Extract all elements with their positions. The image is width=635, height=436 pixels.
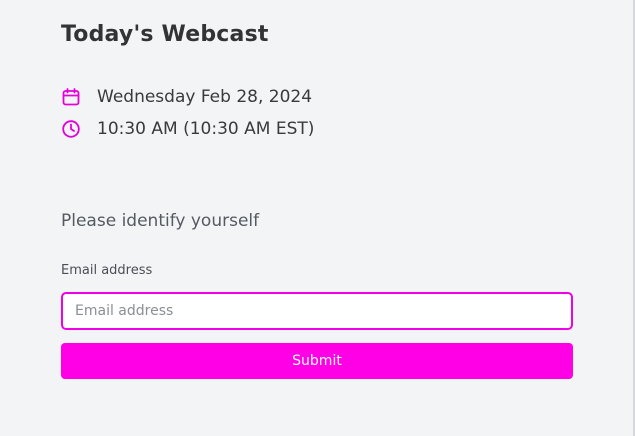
event-date-row: Wednesday Feb 28, 2024 [61,87,312,107]
calendar-icon [62,88,80,106]
email-label: Email address [61,263,153,278]
clock-icon [62,120,80,138]
email-input[interactable] [61,292,573,330]
identify-heading: Please identify yourself [61,211,260,231]
page-title: Today's Webcast [61,22,269,47]
event-time: 10:30 AM (10:30 AM EST) [97,119,315,139]
event-date: Wednesday Feb 28, 2024 [97,87,313,107]
submit-button[interactable]: Submit [61,343,573,379]
event-time-row: 10:30 AM (10:30 AM EST) [61,119,314,139]
